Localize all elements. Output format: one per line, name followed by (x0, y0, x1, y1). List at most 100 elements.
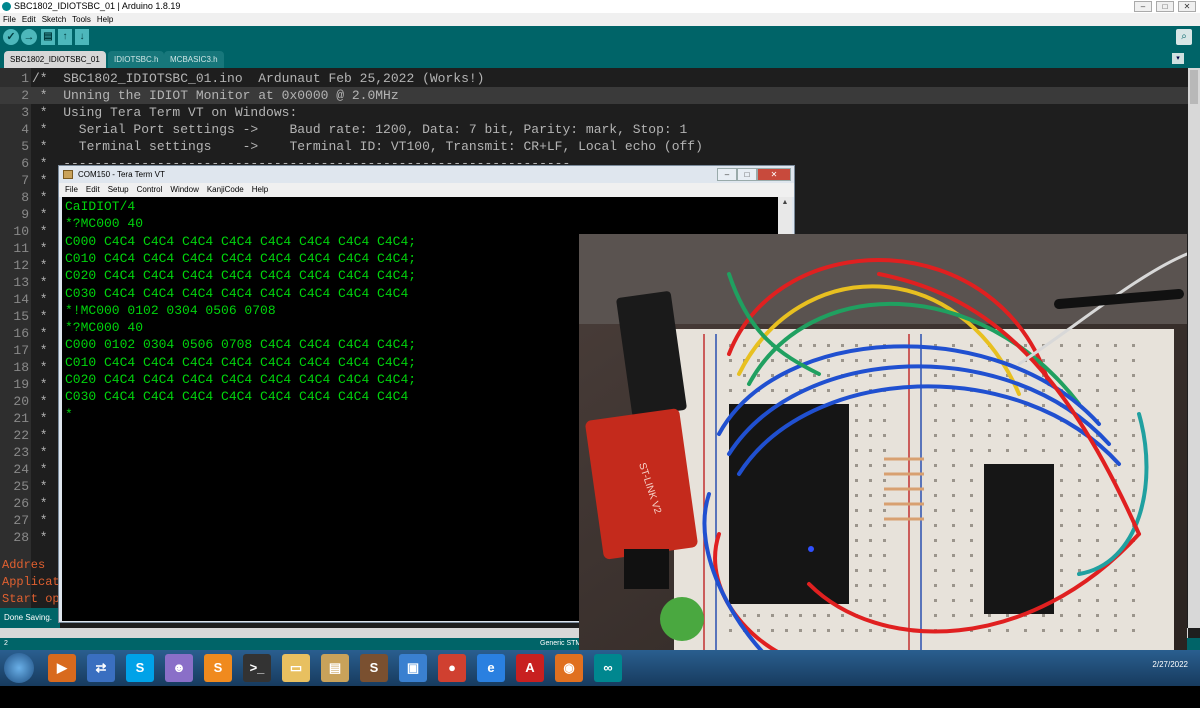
tab-menu-button[interactable]: ▾ (1172, 53, 1184, 64)
menu-edit[interactable]: Edit (22, 13, 36, 26)
tab-mcbasic3-h[interactable]: MCBASIC3.h (164, 51, 224, 68)
menu-help[interactable]: Help (97, 13, 113, 26)
code-line: 1/* SBC1802_IDIOTSBC_01.ino Ardunaut Feb… (0, 70, 1188, 87)
terminal-line: C020 C4C4 C4C4 C4C4 C4C4 C4C4 C4C4 C4C4 … (65, 372, 417, 387)
code-text: * (32, 377, 48, 392)
serial-monitor-button[interactable]: ⌕ (1176, 29, 1192, 45)
minimize-button[interactable]: – (1134, 1, 1152, 12)
code-text: * Terminal settings -> Terminal ID: VT10… (32, 139, 703, 154)
new-sketch-button[interactable]: ▤ (41, 29, 55, 45)
code-text: * Using Tera Term VT on Windows: (32, 105, 298, 120)
verify-button[interactable]: ✓ (3, 29, 19, 45)
console-line: Applicat (2, 575, 60, 589)
code-text: * (32, 394, 48, 409)
console-line: Start op (2, 592, 60, 606)
tt-menu-file[interactable]: File (65, 183, 78, 197)
code-text: * (32, 513, 48, 528)
line-number: 17 (13, 343, 29, 358)
breadboard-illustration: ST-LINK V2 (579, 234, 1187, 668)
code-text: * (32, 292, 48, 307)
menu-tools[interactable]: Tools (72, 13, 91, 26)
ie-icon[interactable]: e (477, 654, 505, 682)
terminal-line: C010 C4C4 C4C4 C4C4 C4C4 C4C4 C4C4 C4C4 … (65, 250, 417, 266)
code-text: * (32, 190, 48, 205)
code-text: * (32, 326, 48, 341)
code-line: 4 * Serial Port settings -> Baud rate: 1… (0, 121, 1188, 138)
upload-button[interactable]: → (21, 29, 37, 45)
line-number: 1 (21, 71, 29, 86)
line-number: 11 (13, 241, 29, 256)
ide-window-title: SBC1802_IDIOTSBC_01 | Arduino 1.8.19 (14, 1, 181, 11)
terminal-line: CaIDIOT/4 (65, 199, 136, 214)
network-icon[interactable]: ⇄ (87, 654, 115, 682)
close-button[interactable]: ✕ (1178, 1, 1196, 12)
tt-menu-edit[interactable]: Edit (86, 183, 100, 197)
sublime2-icon[interactable]: S (360, 654, 388, 682)
tt-menu-help[interactable]: Help (252, 183, 268, 197)
status-message: Done Saving. (0, 608, 60, 628)
acrobat-icon[interactable]: A (516, 654, 544, 682)
media-player-icon[interactable]: ▶ (48, 654, 76, 682)
line-number: 4 (21, 122, 29, 137)
code-text: * Serial Port settings -> Baud rate: 120… (32, 122, 688, 137)
start-button[interactable] (4, 653, 34, 683)
code-text: /* SBC1802_IDIOTSBC_01.ino Ardunaut Feb … (32, 71, 485, 86)
line-number: 12 (13, 258, 29, 273)
code-text: * (32, 360, 48, 375)
arduino-icon[interactable]: ∞ (594, 654, 622, 682)
tt-menu-control[interactable]: Control (137, 183, 163, 197)
terminal-line: C000 0102 0304 0506 0708 C4C4 C4C4 C4C4 … (65, 337, 417, 353)
chrome-icon[interactable]: ● (438, 654, 466, 682)
arduino-icon (2, 2, 11, 11)
teraterm-icon[interactable]: ▤ (321, 654, 349, 682)
code-text: * (32, 173, 48, 188)
folder-icon[interactable]: ▭ (282, 654, 310, 682)
scroll-up-icon[interactable]: ▲ (778, 197, 792, 209)
code-text: * (32, 445, 48, 460)
line-number: 18 (13, 360, 29, 375)
line-number: 8 (21, 190, 29, 205)
terminal-line: C030 C4C4 C4C4 C4C4 C4C4 C4C4 C4C4 C4C4 … (65, 389, 409, 405)
save-sketch-button[interactable]: ↓ (75, 29, 89, 45)
tab-sbc1802-idiotsbc-01[interactable]: SBC1802_IDIOTSBC_01 (4, 51, 106, 68)
terminal-line: *?MC000 40 (65, 320, 144, 336)
terminal-line: C010 C4C4 C4C4 C4C4 C4C4 C4C4 C4C4 C4C4 … (65, 354, 417, 370)
code-text: * (32, 258, 48, 273)
code-text: * (32, 428, 48, 443)
code-text: * (32, 496, 48, 511)
code-text: * (32, 530, 48, 545)
breadboard-photo: ST-LINK V2 (579, 234, 1187, 668)
tt-menu-kanjicode[interactable]: KanjiCode (207, 183, 244, 197)
teraterm-title-bar: COM150 - Tera Term VT – □ ✕ (59, 166, 794, 183)
teraterm-minimize-button[interactable]: – (717, 168, 737, 181)
menu-file[interactable]: File (3, 13, 16, 26)
line-number: 24 (13, 462, 29, 477)
terminal-line: *!MC000 0102 0304 0506 0708 (65, 302, 276, 318)
terminal-icon[interactable]: >_ (243, 654, 271, 682)
teraterm-window-title: COM150 - Tera Term VT (78, 170, 165, 179)
remote-desktop-icon[interactable]: ▣ (399, 654, 427, 682)
line-number: 14 (13, 292, 29, 307)
tt-menu-window[interactable]: Window (170, 183, 198, 197)
teraterm-maximize-button[interactable]: □ (737, 168, 757, 181)
menu-sketch[interactable]: Sketch (42, 13, 66, 26)
terminal-line: C020 C4C4 C4C4 C4C4 C4C4 C4C4 C4C4 C4C4 … (65, 268, 417, 284)
code-text: * (32, 343, 48, 358)
firefox-icon[interactable]: ◉ (555, 654, 583, 682)
teraterm-close-button[interactable]: ✕ (757, 168, 791, 181)
teraterm-menu-bar: File Edit Setup Control Window KanjiCode… (59, 183, 794, 197)
line-number: 6 (21, 156, 29, 171)
skype-icon[interactable]: S (126, 654, 154, 682)
code-text: * (32, 224, 48, 239)
line-number: 27 (13, 513, 29, 528)
open-sketch-button[interactable]: ↑ (58, 29, 72, 45)
stm32-board (729, 404, 849, 604)
maximize-button[interactable]: □ (1156, 1, 1174, 12)
sublime-icon[interactable]: S (204, 654, 232, 682)
line-number: 9 (21, 207, 29, 222)
cat-app-icon[interactable]: ☻ (165, 654, 193, 682)
editor-vertical-scrollbar[interactable] (1188, 68, 1200, 628)
tab-idiotsbc-h[interactable]: IDIOTSBC.h (108, 51, 165, 68)
line-number: 13 (13, 275, 29, 290)
tt-menu-setup[interactable]: Setup (108, 183, 129, 197)
